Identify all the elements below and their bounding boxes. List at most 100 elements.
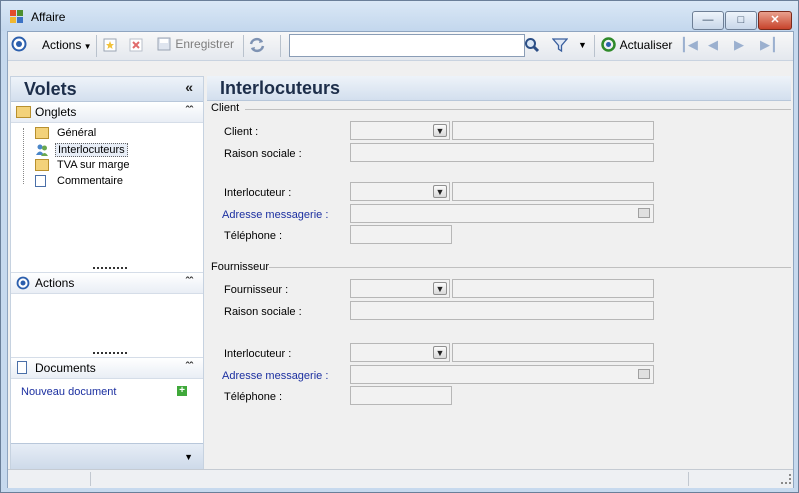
contacts-icon: [35, 143, 49, 156]
tree-item-label: TVA sur marge: [57, 159, 130, 171]
group-divider: [245, 109, 791, 110]
client-phone-field[interactable]: [350, 225, 452, 244]
tree-item-label: Général: [57, 127, 97, 139]
client-group-label: Client: [211, 102, 240, 114]
document-icon: [35, 175, 46, 187]
documents-icon: [17, 361, 27, 374]
toolbar-separator: [280, 35, 281, 57]
app-icon: [10, 10, 24, 24]
client-area: Actions ▼ Enregistrer ▼ Actualiser ┃◀ ◀ …: [7, 31, 794, 488]
tree-line: [23, 128, 25, 184]
client-raison-label: Raison sociale :: [224, 148, 302, 160]
last-icon[interactable]: ▶┃: [760, 37, 778, 53]
volets-title: Volets: [24, 79, 77, 99]
actions-title: Actions: [35, 276, 75, 290]
collapse-section-icon[interactable]: ˆˆ: [186, 105, 193, 117]
delete-icon[interactable]: [128, 37, 144, 56]
chevron-down-icon[interactable]: ▼: [433, 185, 447, 198]
maximize-button[interactable]: □: [725, 11, 757, 30]
status-cell: [92, 472, 689, 486]
collapse-pane-icon[interactable]: «: [185, 79, 193, 95]
folder-icon: [35, 159, 49, 171]
collapse-section-icon[interactable]: ˆˆ: [186, 276, 193, 288]
documents-section-header[interactable]: Documents ˆˆ: [11, 357, 203, 379]
nav-icon[interactable]: [11, 36, 27, 55]
volets-pane: Volets « Onglets ˆˆ Général Interlocuteu…: [10, 76, 204, 471]
save-button[interactable]: Enregistrer: [156, 36, 234, 52]
client-code-select[interactable]: ▼: [350, 121, 450, 140]
filter-icon[interactable]: [551, 37, 569, 56]
fournisseur-code-select[interactable]: ▼: [350, 279, 450, 298]
window-title: Affaire: [31, 10, 66, 24]
chevron-down-icon[interactable]: ▼: [433, 346, 447, 359]
save-button-label: Enregistrer: [175, 37, 235, 51]
client-email-field[interactable]: [350, 204, 654, 223]
client-raison-field[interactable]: [350, 143, 654, 162]
toolbar-separator: [594, 35, 595, 57]
client-name-field[interactable]: [452, 121, 654, 140]
chevron-down-icon: ▼: [81, 42, 92, 51]
title-bar: Affaire — □ ✕: [1, 1, 798, 31]
volets-header: Volets «: [11, 77, 203, 102]
client-interlocuteur-name-field[interactable]: [452, 182, 654, 201]
onglets-title: Onglets: [35, 105, 77, 119]
fournisseur-interlocuteur-label: Interlocuteur :: [224, 348, 292, 360]
search-input[interactable]: [289, 34, 525, 57]
new-document-link[interactable]: Nouveau document: [21, 386, 116, 398]
client-label: Client :: [224, 126, 259, 138]
onglets-section-header[interactable]: Onglets ˆˆ: [11, 102, 203, 123]
fournisseur-phone-field[interactable]: [350, 386, 452, 405]
new-icon[interactable]: [102, 37, 118, 56]
add-icon[interactable]: +: [177, 386, 187, 396]
page-title: Interlocuteurs: [220, 78, 341, 98]
actions-section-header[interactable]: Actions ˆˆ: [11, 272, 203, 294]
sync-icon[interactable]: [248, 36, 266, 57]
app-window: Affaire — □ ✕ Actions ▼ Enregistrer ▼ Ac…: [0, 0, 799, 493]
main-header: Interlocuteurs: [207, 76, 791, 101]
next-icon[interactable]: ▶: [734, 37, 744, 53]
refresh-button-label: Actualiser: [619, 38, 673, 52]
toolbar-separator: [243, 35, 244, 57]
chevron-down-icon[interactable]: ▼: [433, 282, 447, 295]
folder-icon: [35, 127, 49, 139]
prev-icon[interactable]: ◀: [708, 37, 718, 53]
refresh-icon: [601, 37, 616, 52]
mail-icon[interactable]: [638, 369, 650, 379]
first-icon[interactable]: ┃◀: [680, 37, 698, 53]
toolbar: Actions ▼ Enregistrer ▼ Actualiser ┃◀ ◀ …: [8, 32, 793, 61]
fournisseur-name-field[interactable]: [452, 279, 654, 298]
search-icon[interactable]: [524, 37, 540, 56]
resize-grip-icon[interactable]: [781, 474, 791, 484]
close-button[interactable]: ✕: [758, 11, 792, 30]
tree-item-label: Interlocuteurs: [55, 143, 128, 157]
folder-icon: [16, 106, 31, 118]
documents-title: Documents: [35, 361, 96, 375]
actions-menu-label: Actions: [42, 38, 82, 52]
group-divider: [269, 267, 791, 268]
mail-icon[interactable]: [638, 208, 650, 218]
actions-menu[interactable]: Actions ▼: [42, 38, 92, 52]
fournisseur-email-field[interactable]: [350, 365, 654, 384]
main-pane: Interlocuteurs Client Client : ▼ Raison …: [207, 76, 791, 469]
filter-dropdown-icon[interactable]: ▼: [578, 40, 587, 50]
chevron-down-icon[interactable]: ▼: [433, 124, 447, 137]
fournisseur-label: Fournisseur :: [224, 284, 289, 296]
fournisseur-raison-field[interactable]: [350, 301, 654, 320]
client-phone-label: Téléphone :: [224, 230, 283, 242]
refresh-button[interactable]: Actualiser: [600, 36, 672, 53]
status-cell: [690, 472, 780, 486]
fournisseur-email-label[interactable]: Adresse messagerie :: [222, 370, 328, 382]
toolbar-separator: [96, 35, 97, 57]
fournisseur-interlocuteur-name-field[interactable]: [452, 343, 654, 362]
client-interlocuteur-select[interactable]: ▼: [350, 182, 450, 201]
pane-footer: ▼: [11, 443, 203, 470]
tree-item-label: Commentaire: [57, 175, 124, 187]
actions-icon: [16, 276, 30, 293]
fournisseur-phone-label: Téléphone :: [224, 391, 283, 403]
minimize-button[interactable]: —: [692, 11, 724, 30]
fournisseur-interlocuteur-select[interactable]: ▼: [350, 343, 450, 362]
chevron-down-icon[interactable]: ▼: [184, 452, 193, 462]
client-email-label[interactable]: Adresse messagerie :: [222, 209, 328, 221]
fournisseur-raison-label: Raison sociale :: [224, 306, 302, 318]
collapse-section-icon[interactable]: ˆˆ: [186, 361, 193, 373]
